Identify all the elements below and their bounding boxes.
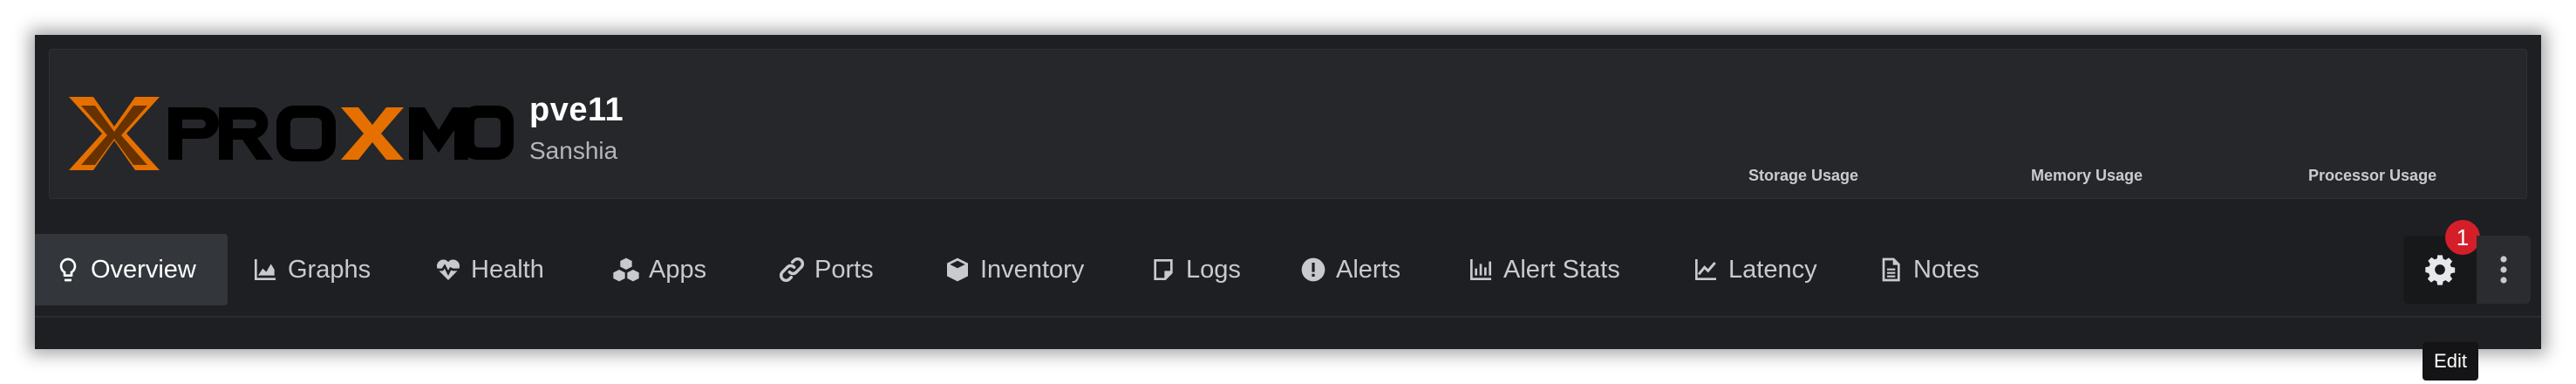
tab-label: Latency	[1728, 255, 1817, 284]
cube-icon	[942, 254, 973, 285]
sticky-note-icon	[1148, 254, 1179, 285]
device-header: pve11 Sanshia Storage Usage Memory Usage…	[49, 49, 2527, 199]
host-location: Sanshia	[529, 137, 618, 164]
tab-label: Graphs	[288, 255, 371, 284]
tab-latency[interactable]: Latency	[1690, 234, 1817, 305]
tab-health[interactable]: Health	[433, 234, 544, 305]
tab-logs[interactable]: Logs	[1148, 234, 1241, 305]
device-tab-bar: Overview Graphs Health Apps Ports Invent…	[35, 234, 2541, 307]
notification-badge: 1	[2445, 220, 2480, 255]
tab-graphs[interactable]: Graphs	[249, 234, 371, 305]
bar-chart-icon	[1465, 254, 1496, 285]
gear-icon	[2425, 255, 2456, 285]
lightbulb-icon	[52, 254, 84, 285]
heartbeat-icon	[433, 254, 464, 285]
tab-label: Alerts	[1336, 255, 1401, 284]
tab-label: Ports	[814, 255, 874, 284]
storage-usage-label: Storage Usage	[1748, 167, 1859, 184]
exclamation-circle-icon	[1298, 254, 1329, 285]
host-name: pve11	[529, 92, 624, 128]
file-text-icon	[1875, 254, 1906, 285]
memory-usage-label: Memory Usage	[2031, 167, 2143, 184]
tab-label: Overview	[91, 255, 196, 284]
proxmox-logo	[69, 97, 514, 170]
tab-divider	[35, 316, 2541, 318]
tab-label: Alert Stats	[1503, 255, 1620, 284]
tab-label: Health	[471, 255, 544, 284]
tab-alert-stats[interactable]: Alert Stats	[1465, 234, 1620, 305]
link-icon	[776, 254, 808, 285]
tab-ports[interactable]: Ports	[776, 234, 874, 305]
tab-label: Inventory	[980, 255, 1085, 284]
tab-notes[interactable]: Notes	[1875, 234, 1980, 305]
tab-overview[interactable]: Overview	[35, 234, 228, 305]
tab-label: Apps	[649, 255, 707, 284]
edit-tooltip: Edit	[2423, 342, 2478, 381]
vertical-ellipsis-icon	[2500, 256, 2507, 284]
device-page: pve11 Sanshia Storage Usage Memory Usage…	[35, 35, 2541, 381]
processor-usage-label: Processor Usage	[2308, 167, 2437, 184]
tab-apps[interactable]: Apps	[610, 234, 706, 305]
tab-alerts[interactable]: Alerts	[1298, 234, 1400, 305]
area-chart-icon	[249, 254, 281, 285]
tab-inventory[interactable]: Inventory	[942, 234, 1084, 305]
tab-label: Logs	[1186, 255, 1241, 284]
line-chart-icon	[1690, 254, 1721, 285]
cubes-icon	[610, 254, 642, 285]
tab-label: Notes	[1913, 255, 1980, 284]
more-options-button[interactable]	[2477, 236, 2531, 304]
